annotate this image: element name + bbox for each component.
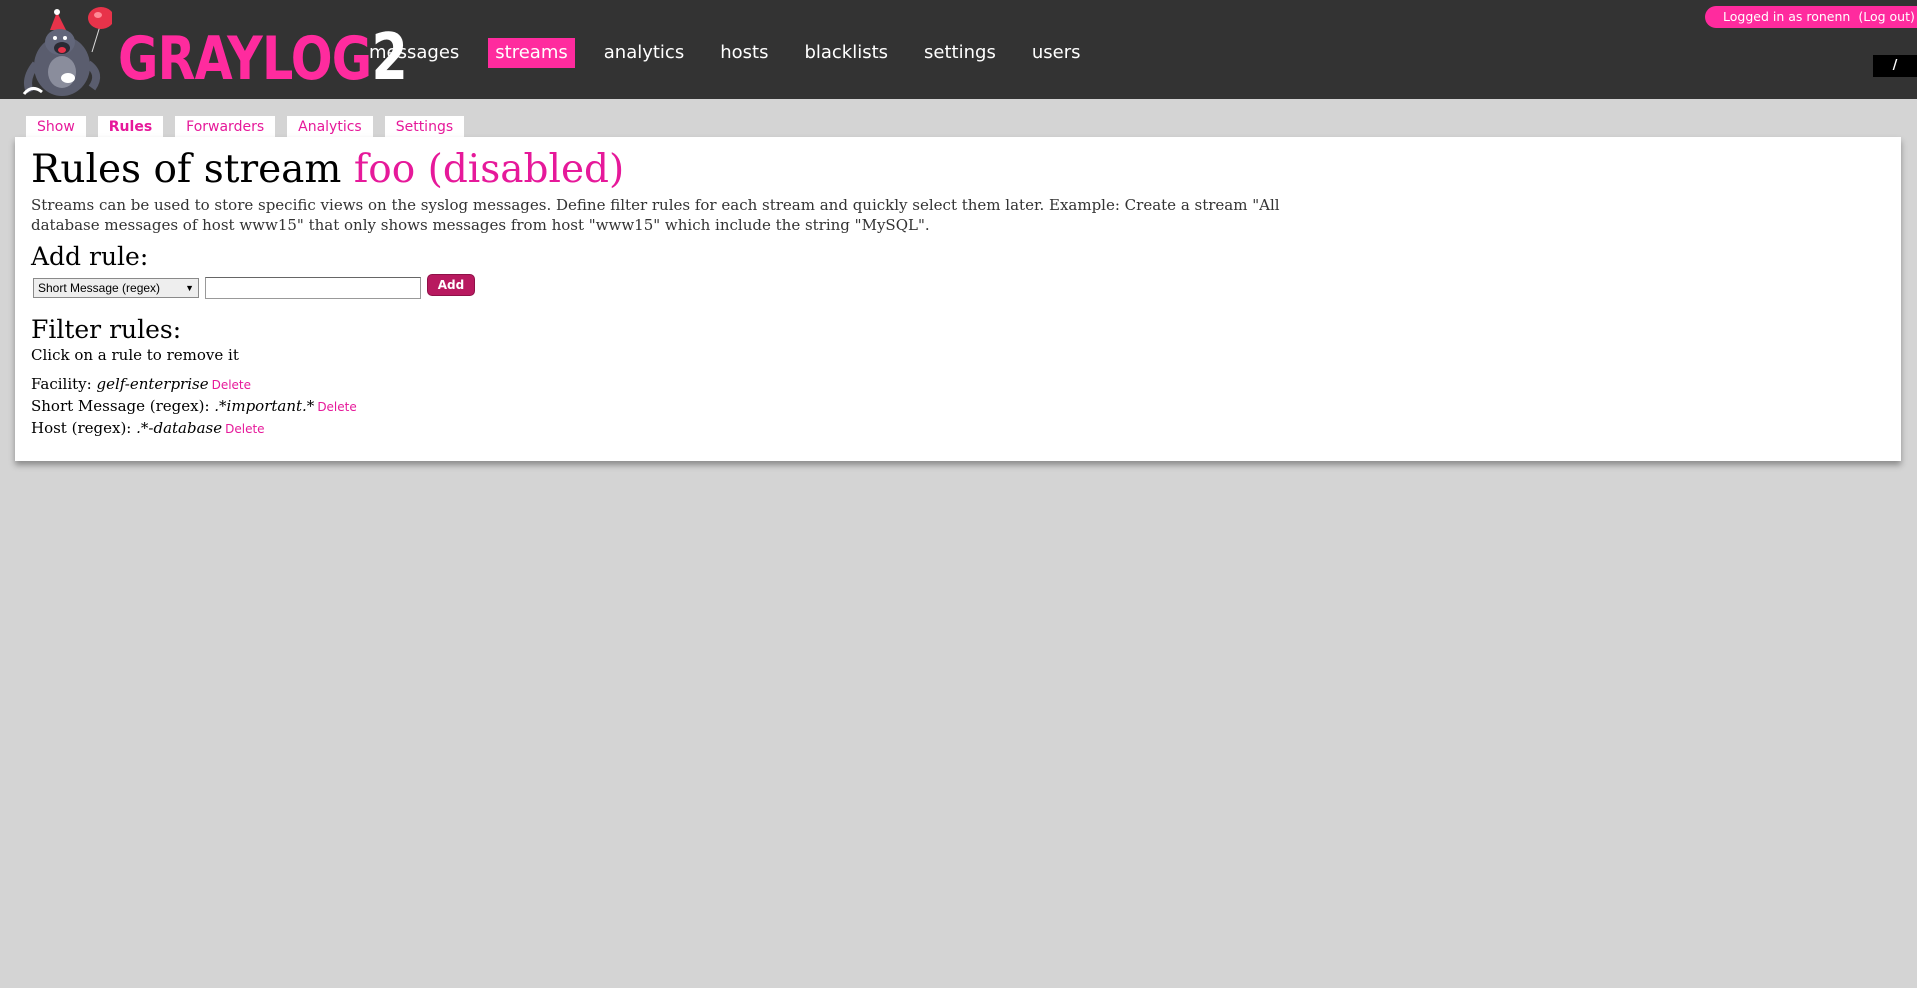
graylog-logo[interactable]: GRAYLOG2 — [22, 4, 408, 104]
delete-rule-link[interactable]: Delete — [225, 422, 264, 436]
nav-streams[interactable]: streams — [488, 38, 575, 68]
dropdown-arrow-icon: ▼ — [185, 283, 194, 293]
rule-type: Facility: — [31, 375, 92, 393]
rule-value: gelf-enterprise — [96, 375, 209, 393]
main-nav: messages streams analytics hosts blackli… — [362, 37, 1109, 69]
rule-type-select[interactable]: Short Message (regex) ▼ — [33, 278, 199, 298]
rule-value-input[interactable] — [205, 277, 421, 299]
top-bar: GRAYLOG2 messages streams analytics host… — [0, 0, 1917, 99]
stream-name: foo (disabled) — [353, 147, 625, 192]
tab-forwarders[interactable]: Forwarders — [175, 116, 276, 138]
content-panel: Rules of stream foo (disabled) Streams c… — [15, 137, 1901, 461]
nav-messages[interactable]: messages — [362, 38, 466, 68]
add-rule-heading: Add rule: — [31, 242, 149, 271]
add-rule-form: Short Message (regex) ▼ Add — [33, 274, 1885, 301]
user-status: Logged in as ronenn (Log out) — [1705, 6, 1917, 28]
filter-rules-heading: Filter rules: — [31, 315, 182, 344]
slash-box: / — [1873, 55, 1917, 77]
rule-type-selected: Short Message (regex) — [38, 281, 161, 295]
logo-word: GRAYLOG — [118, 24, 372, 94]
rule-value: .*important.* — [214, 397, 315, 415]
rule-type: Host (regex): — [31, 419, 132, 437]
filter-rules-list: Facility: gelf-enterprise Delete Short Me… — [31, 374, 1885, 440]
rule-value: .*-database — [136, 419, 223, 437]
nav-settings[interactable]: settings — [917, 38, 1003, 68]
stream-subtabs: Show Rules Forwarders Analytics Settings — [26, 116, 476, 138]
nav-users[interactable]: users — [1025, 38, 1088, 68]
title-prefix: Rules of stream — [31, 147, 342, 192]
tab-analytics[interactable]: Analytics — [287, 116, 373, 138]
add-rule-button[interactable]: Add — [427, 274, 475, 296]
delete-rule-link[interactable]: Delete — [317, 400, 356, 414]
filter-rule[interactable]: Facility: gelf-enterprise Delete — [31, 374, 1885, 396]
gorilla-mascot-icon — [22, 7, 112, 96]
nav-blacklists[interactable]: blacklists — [797, 38, 895, 68]
tab-rules[interactable]: Rules — [97, 116, 164, 138]
filter-rules-hint: Click on a rule to remove it — [31, 346, 239, 364]
filter-rule[interactable]: Host (regex): .*-database Delete — [31, 418, 1885, 440]
logged-in-text: Logged in as ronenn — [1723, 9, 1851, 24]
delete-rule-link[interactable]: Delete — [212, 378, 251, 392]
tab-settings[interactable]: Settings — [384, 116, 465, 138]
page-title: Rules of stream foo (disabled) — [31, 147, 1885, 192]
nav-hosts[interactable]: hosts — [713, 38, 775, 68]
tab-show[interactable]: Show — [26, 116, 86, 138]
filter-rule[interactable]: Short Message (regex): .*important.* Dele… — [31, 396, 1885, 418]
logout-link[interactable]: (Log out) — [1858, 9, 1915, 24]
rule-type: Short Message (regex): — [31, 397, 210, 415]
nav-analytics[interactable]: analytics — [597, 38, 691, 68]
stream-description: Streams can be used to store specific vi… — [31, 196, 1280, 234]
